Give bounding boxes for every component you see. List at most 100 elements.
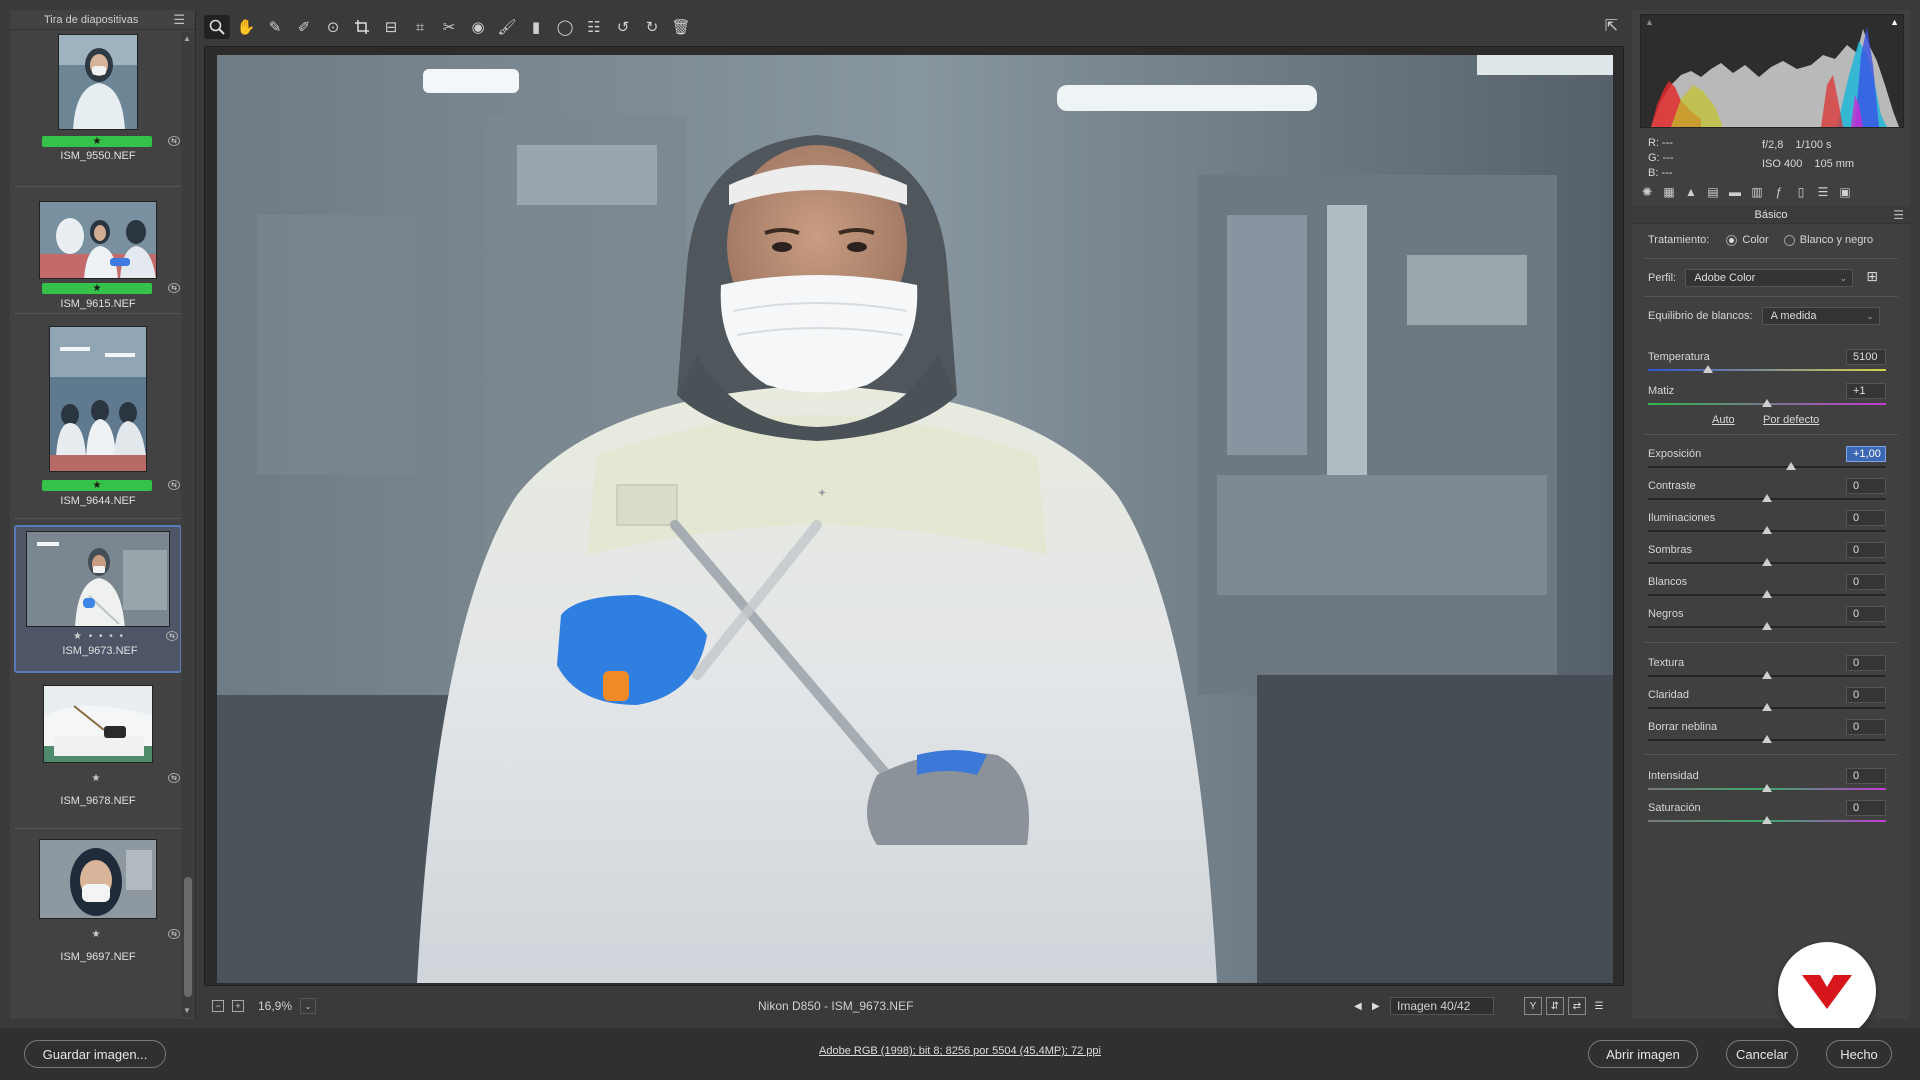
- crop-icon[interactable]: [349, 15, 375, 39]
- color-label-green[interactable]: ★: [42, 480, 152, 491]
- filmstrip-item[interactable]: ★ ⇆ ISM_9550.NEF: [14, 32, 182, 187]
- copy-settings-icon[interactable]: ⇄: [1568, 997, 1586, 1015]
- prev-image-icon[interactable]: ◀: [1354, 1001, 1362, 1012]
- snapshots-tab-icon[interactable]: ▣: [1834, 185, 1856, 199]
- slider-value-field[interactable]: 0: [1846, 655, 1886, 671]
- swap-settings-icon[interactable]: ⇵: [1546, 997, 1564, 1015]
- zoom-icon[interactable]: [204, 15, 230, 39]
- slider-knob[interactable]: [1762, 816, 1772, 824]
- thumbnail[interactable]: [49, 326, 147, 472]
- radial-filter-icon[interactable]: ◯: [552, 15, 578, 39]
- presets-tab-icon[interactable]: ☰: [1812, 185, 1834, 199]
- scroll-up-icon[interactable]: ▲: [183, 34, 191, 43]
- slider-knob[interactable]: [1762, 526, 1772, 534]
- split-toning-tab-icon[interactable]: ▬: [1724, 185, 1746, 199]
- thumbnail[interactable]: [39, 201, 157, 279]
- scrollbar-thumb[interactable]: [184, 877, 192, 997]
- detail-tab-icon[interactable]: ▲: [1680, 185, 1702, 199]
- hand-icon[interactable]: ✋: [233, 15, 259, 39]
- star-rating[interactable]: ★: [42, 929, 152, 940]
- treatment-color-radio[interactable]: Color: [1726, 234, 1769, 246]
- image-preview-area[interactable]: ✦: [204, 46, 1624, 986]
- slider-track[interactable]: [1648, 466, 1886, 468]
- target-adjust-icon[interactable]: ⊙: [320, 15, 346, 39]
- slider-knob[interactable]: [1762, 622, 1772, 630]
- before-after-view-button[interactable]: Y: [1524, 997, 1542, 1015]
- slider-value-field[interactable]: +1: [1846, 383, 1886, 399]
- cancel-button[interactable]: Cancelar: [1726, 1040, 1798, 1068]
- filmstrip-item[interactable]: ★ ⇆ ISM_9697.NEF: [14, 829, 182, 985]
- profile-select[interactable]: Adobe Color ⌄: [1685, 269, 1854, 287]
- done-button[interactable]: Hecho: [1826, 1040, 1892, 1068]
- highlight-clip-icon[interactable]: ▲: [1890, 17, 1899, 27]
- thumbnail[interactable]: [26, 531, 170, 627]
- color-sampler-icon[interactable]: ✐: [291, 15, 317, 39]
- transform-icon[interactable]: ⌗: [407, 15, 433, 39]
- slider-knob[interactable]: [1785, 462, 1796, 470]
- thumbnail[interactable]: [58, 34, 138, 130]
- toggle-settings-icon[interactable]: ☰: [1590, 997, 1608, 1015]
- slider-value-field[interactable]: 0: [1846, 687, 1886, 703]
- zoom-out-icon[interactable]: −: [212, 1000, 224, 1012]
- straighten-icon[interactable]: ⊟: [378, 15, 404, 39]
- adjustment-brush-icon[interactable]: 🖌: [494, 15, 520, 39]
- slider-value-field[interactable]: 5100: [1846, 349, 1886, 365]
- filmstrip-scrollbar[interactable]: ▲ ▼: [181, 32, 195, 1017]
- filmstrip-item[interactable]: ★ ⇆ ISM_9644.NEF: [14, 314, 182, 519]
- effects-tab-icon[interactable]: ƒ: [1768, 185, 1790, 199]
- calibration-tab-icon[interactable]: ▯: [1790, 185, 1812, 199]
- slider-knob[interactable]: [1762, 399, 1772, 407]
- slider-knob[interactable]: [1762, 494, 1772, 502]
- slider-knob[interactable]: [1762, 784, 1772, 792]
- fullscreen-toggle-icon[interactable]: ⇱: [1605, 16, 1618, 36]
- slider-track[interactable]: [1648, 369, 1886, 371]
- rotate-left-icon[interactable]: ↺: [610, 15, 636, 39]
- open-image-button[interactable]: Abrir imagen: [1588, 1040, 1698, 1068]
- color-label-green[interactable]: ★: [42, 283, 152, 294]
- shadow-clip-icon[interactable]: ▲: [1645, 17, 1654, 27]
- thumbnail[interactable]: [39, 839, 157, 919]
- filmstrip-item-selected[interactable]: ★ • • • • ⇆ ISM_9673.NEF: [14, 525, 182, 673]
- auto-link[interactable]: Auto: [1712, 414, 1735, 426]
- wb-select[interactable]: A medida ⌄: [1761, 307, 1880, 325]
- slider-value-field[interactable]: +1,00: [1846, 446, 1886, 462]
- filmstrip-item[interactable]: ★ ⇆ ISM_9678.NEF: [14, 673, 182, 829]
- lens-tab-icon[interactable]: ▥: [1746, 185, 1768, 199]
- slider-value-field[interactable]: 0: [1846, 542, 1886, 558]
- slider-knob[interactable]: [1702, 365, 1713, 373]
- slider-knob[interactable]: [1762, 590, 1772, 598]
- zoom-in-icon[interactable]: +: [232, 1000, 244, 1012]
- slider-value-field[interactable]: 0: [1846, 719, 1886, 735]
- preview-photo[interactable]: ✦: [217, 55, 1613, 983]
- next-image-icon[interactable]: ▶: [1372, 1001, 1380, 1012]
- slider-knob[interactable]: [1762, 671, 1772, 679]
- profile-browser-icon[interactable]: ⊞: [1866, 268, 1878, 284]
- thumbnail[interactable]: [43, 685, 153, 763]
- hsl-tab-icon[interactable]: ▤: [1702, 185, 1724, 199]
- graduated-filter-icon[interactable]: ▮: [523, 15, 549, 39]
- panel-menu-icon[interactable]: ☰: [1893, 206, 1904, 224]
- slider-value-field[interactable]: 0: [1846, 768, 1886, 784]
- slider-value-field[interactable]: 0: [1846, 606, 1886, 622]
- filmstrip-item[interactable]: ★ ⇆ ISM_9615.NEF: [14, 187, 182, 314]
- slider-knob[interactable]: [1762, 735, 1772, 743]
- red-eye-icon[interactable]: ◉: [465, 15, 491, 39]
- filmstrip-menu-icon[interactable]: ☰: [173, 12, 185, 28]
- slider-knob[interactable]: [1762, 703, 1772, 711]
- star-rating[interactable]: ★: [42, 773, 152, 784]
- slider-value-field[interactable]: 0: [1846, 478, 1886, 494]
- scroll-down-icon[interactable]: ▼: [183, 1006, 191, 1015]
- treatment-bw-radio[interactable]: Blanco y negro: [1783, 234, 1873, 246]
- rotate-right-icon[interactable]: ↻: [639, 15, 665, 39]
- slider-value-field[interactable]: 0: [1846, 510, 1886, 526]
- tone-curve-tab-icon[interactable]: ▦: [1658, 185, 1680, 199]
- default-link[interactable]: Por defecto: [1763, 414, 1819, 426]
- slider-knob[interactable]: [1762, 558, 1772, 566]
- star-rating[interactable]: ★ • • • •: [44, 631, 154, 642]
- slider-value-field[interactable]: 0: [1846, 574, 1886, 590]
- trash-icon[interactable]: 🗑: [668, 15, 694, 39]
- white-balance-icon[interactable]: ✎: [262, 15, 288, 39]
- basic-tab-icon[interactable]: ✺: [1636, 185, 1658, 199]
- preferences-icon[interactable]: ☷: [581, 15, 607, 39]
- zoom-dropdown-icon[interactable]: ⌄: [300, 998, 317, 1014]
